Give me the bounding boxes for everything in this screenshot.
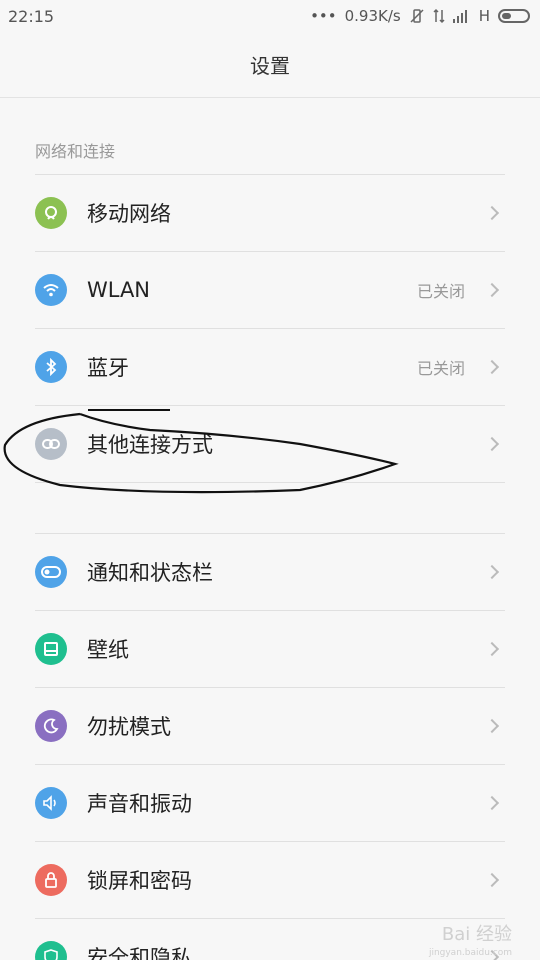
status-indicators: ••• 0.93K/s H — [310, 7, 530, 25]
settings-row-wallpaper[interactable]: 壁纸 — [35, 610, 505, 687]
settings-row-mobile-network[interactable]: 移动网络 — [35, 174, 505, 251]
mobile-network-icon — [35, 197, 67, 229]
page-title: 设置 — [250, 54, 290, 78]
row-label: 其他连接方式 — [87, 433, 213, 457]
status-dots: ••• — [310, 7, 337, 25]
chevron-right-icon — [484, 359, 500, 375]
chevron-right-icon — [484, 795, 500, 811]
row-label: 移动网络 — [87, 202, 171, 226]
section-header-network: 网络和连接 — [35, 142, 116, 161]
chevron-right-icon — [484, 205, 500, 221]
watermark: Bai 经验 — [441, 924, 512, 945]
row-value: 已关闭 — [416, 282, 465, 301]
chevron-right-icon — [484, 282, 500, 298]
row-label: 壁纸 — [87, 638, 129, 662]
row-label: 勿扰模式 — [87, 715, 171, 739]
battery-icon — [498, 9, 530, 23]
settings-row-notifications[interactable]: 通知和状态栏 — [35, 533, 505, 610]
data-transfer-icon — [433, 8, 445, 24]
row-label: 安全和隐私 — [87, 946, 192, 960]
general-list: 通知和状态栏 壁纸 勿扰模式 声音和振动 锁屏和密码 安全和隐私 — [35, 533, 505, 960]
bluetooth-icon — [35, 351, 67, 383]
signal-icon — [452, 9, 471, 23]
toggle-icon — [35, 556, 67, 588]
network-list: 移动网络 WLAN 已关闭 蓝牙 已关闭 其他连接方式 — [35, 174, 505, 483]
shield-icon — [35, 941, 67, 960]
settings-row-lockscreen[interactable]: 锁屏和密码 — [35, 841, 505, 918]
settings-row-other-connections[interactable]: 其他连接方式 — [35, 405, 505, 482]
settings-row-wlan[interactable]: WLAN 已关闭 — [35, 251, 505, 328]
lock-icon — [35, 864, 67, 896]
row-label: 蓝牙 — [87, 356, 129, 380]
chevron-right-icon — [484, 718, 500, 734]
link-icon — [35, 428, 67, 460]
chevron-right-icon — [484, 436, 500, 452]
row-label: 通知和状态栏 — [87, 561, 213, 585]
status-bar: 22:15 ••• 0.93K/s H — [0, 0, 540, 32]
chevron-right-icon — [484, 564, 500, 580]
chevron-right-icon — [484, 641, 500, 657]
speaker-icon — [35, 787, 67, 819]
wifi-icon — [35, 274, 67, 306]
network-speed: 0.93K/s — [344, 7, 401, 25]
app-header: 设置 — [0, 32, 540, 98]
watermark-url: jingyan.baidu.com — [428, 948, 512, 958]
settings-row-bluetooth[interactable]: 蓝牙 已关闭 — [35, 328, 505, 405]
vibrate-icon — [409, 8, 425, 24]
row-label: 锁屏和密码 — [87, 869, 192, 893]
settings-row-do-not-disturb[interactable]: 勿扰模式 — [35, 687, 505, 764]
status-time: 22:15 — [8, 6, 55, 26]
settings-row-sound[interactable]: 声音和振动 — [35, 764, 505, 841]
divider — [35, 482, 505, 483]
chevron-right-icon — [484, 872, 500, 888]
row-label: 声音和振动 — [87, 792, 192, 816]
row-label: WLAN — [87, 278, 151, 302]
wallpaper-icon — [35, 633, 67, 665]
network-type: H — [478, 7, 490, 25]
row-value: 已关闭 — [416, 359, 465, 378]
moon-icon — [35, 710, 67, 742]
